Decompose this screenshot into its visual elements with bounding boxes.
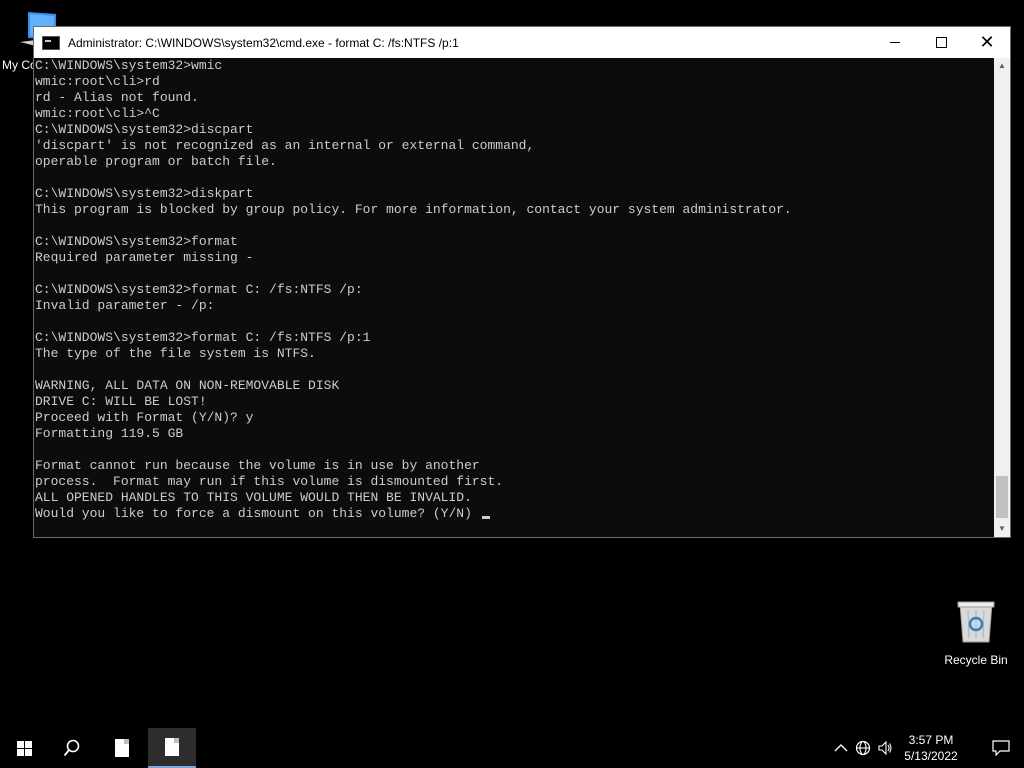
console-prompt-line[interactable]: Would you like to force a dismount on th… [34,506,994,522]
taskbar: 3:57 PM 5/13/2022 [0,728,1024,768]
search-button[interactable] [48,728,96,768]
taskbar-app-button-active[interactable] [148,728,196,768]
console-line: C:\WINDOWS\system32>wmic [35,58,223,73]
cmd-window[interactable]: Administrator: C:\WINDOWS\system32\cmd.e… [33,26,1011,538]
console-line: Invalid parameter - /p: [35,298,215,313]
window-title: Administrator: C:\WINDOWS\system32\cmd.e… [68,35,459,50]
action-center-icon[interactable] [988,728,1014,768]
console-line: This program is blocked by group policy.… [35,202,792,217]
console-line: Formatting 119.5 GB [35,426,184,441]
console-line: C:\WINDOWS\system32>format [35,234,238,249]
system-tray: 3:57 PM 5/13/2022 [824,728,1024,768]
console-line: Format cannot run because the volume is … [35,458,480,473]
speaker-icon[interactable] [874,728,896,768]
text-cursor [481,516,490,519]
desktop-icon-label: Recycle Bin [944,653,1008,667]
console-line: C:\WINDOWS\system32>format C: /fs:NTFS /… [35,282,363,297]
console-line: DRIVE C: WILL BE LOST! [35,394,207,409]
console-output[interactable]: C:\WINDOWS\system32>wmic wmic:root\cli>r… [34,58,994,537]
network-globe-icon[interactable] [852,728,874,768]
clock-date: 5/13/2022 [904,749,958,763]
clock-time: 3:57 PM [908,733,954,747]
recycle-bin-icon [957,601,995,643]
console-line: wmic:root\cli>^C [35,106,160,121]
maximize-button[interactable] [918,27,964,58]
console-line: C:\WINDOWS\system32>diskpart [35,186,254,201]
windows-logo-icon [16,740,32,756]
desktop-icon-recycle-bin[interactable]: Recycle Bin [938,600,1014,667]
console-line: C:\WINDOWS\system32>discpart [35,122,254,137]
console-line: Would you like to force a dismount on th… [35,506,480,521]
console-line: The type of the file system is NTFS. [35,346,316,361]
title-bar[interactable]: Administrator: C:\WINDOWS\system32\cmd.e… [34,27,1010,58]
search-icon [63,739,80,757]
cmd-app-icon [42,35,60,50]
taskbar-app-button[interactable] [98,728,146,768]
scroll-thumb[interactable] [996,476,1008,518]
console-line: operable program or batch file. [35,154,277,169]
document-icon [165,738,179,756]
console-line: process. Format may run if this volume i… [35,474,504,489]
maximize-icon [935,37,947,48]
chevron-up-icon[interactable] [830,728,852,768]
document-icon [115,739,129,757]
scroll-up-arrow-icon[interactable]: ▲ [994,58,1010,74]
console-line: C:\WINDOWS\system32>format C: /fs:NTFS /… [35,330,371,345]
vertical-scrollbar[interactable]: ▲ ▼ [994,58,1010,537]
desktop-icon-label: My Co [2,58,37,72]
start-button[interactable] [0,728,48,768]
clock[interactable]: 3:57 PM 5/13/2022 [896,728,966,768]
console-line: Required parameter missing - [35,250,254,265]
minimize-icon [890,42,900,43]
close-button[interactable]: ✕ [964,27,1010,58]
console-line: rd - Alias not found. [35,90,199,105]
close-icon: ✕ [979,32,995,52]
console-line: ALL OPENED HANDLES TO THIS VOLUME WOULD … [35,490,472,505]
minimize-button[interactable] [872,27,918,58]
console-line: WARNING, ALL DATA ON NON-REMOVABLE DISK [35,378,340,393]
console-line: Proceed with Format (Y/N)? y [35,410,254,425]
console-line: 'discpart' is not recognized as an inter… [35,138,535,153]
scroll-down-arrow-icon[interactable]: ▼ [994,521,1010,537]
console-line: wmic:root\cli>rd [35,74,160,89]
